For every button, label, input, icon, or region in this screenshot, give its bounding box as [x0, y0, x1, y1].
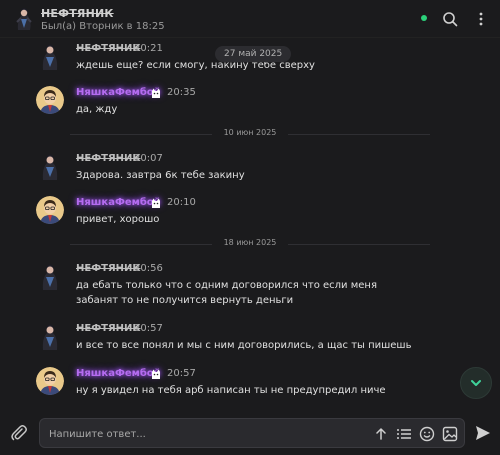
avatar[interactable]	[36, 367, 64, 395]
floating-date-pill: 27 май 2025	[215, 46, 292, 62]
message-text: привет, хорошо	[76, 214, 160, 225]
message-text: и все то все понял и мы с ним договорили…	[76, 340, 412, 351]
message-input[interactable]	[49, 426, 349, 442]
message-time: 20:57	[134, 323, 163, 334]
last-seen-status: Был(а) Вторник в 18:25	[41, 21, 165, 32]
search-icon[interactable]	[440, 9, 460, 29]
message-author[interactable]: НЕФТЯНИК	[76, 43, 141, 54]
date-divider: 10 июн 2025	[70, 127, 500, 141]
avatar[interactable]	[36, 322, 64, 350]
message-feed[interactable]: НЕФТЯНИК 20:21 ждешь еще? если смогу, на…	[0, 38, 500, 408]
date-divider-label: 18 июн 2025	[223, 238, 277, 247]
message-author[interactable]: НяшкаФембой	[76, 197, 161, 208]
composer-bar	[0, 410, 500, 455]
avatar[interactable]	[36, 196, 64, 224]
message-text: Здарова. завтра 6к тебе закину	[76, 170, 245, 181]
avatar[interactable]	[36, 262, 64, 290]
message-author[interactable]: НЕФТЯНИК	[76, 323, 141, 334]
message-time: 20:57	[167, 368, 196, 379]
cat-badge-icon	[152, 88, 160, 98]
message-time: 20:21	[134, 43, 163, 54]
message-text: да ебать только что с одним договорился …	[76, 280, 377, 306]
format-icon[interactable]	[373, 426, 389, 442]
avatar[interactable]	[36, 152, 64, 180]
emoji-icon[interactable]	[419, 426, 435, 442]
paperclip-icon[interactable]	[9, 423, 29, 443]
cat-badge-icon	[152, 198, 160, 208]
scroll-to-bottom-button[interactable]	[460, 367, 492, 399]
date-divider: 18 июн 2025	[70, 237, 500, 251]
avatar[interactable]	[36, 42, 64, 70]
message-time: 20:07	[134, 153, 163, 164]
message-author[interactable]: НЕФТЯНИК	[76, 153, 141, 164]
message-time: 20:35	[167, 87, 196, 98]
cat-badge-icon	[152, 369, 160, 379]
message-author[interactable]: НяшкаФембой	[76, 368, 161, 379]
contact-avatar[interactable]	[12, 6, 36, 32]
date-divider-label: 10 июн 2025	[223, 128, 277, 137]
chat-header: НЕФТЯНИК Был(а) Вторник в 18:25	[0, 0, 500, 38]
send-icon[interactable]	[474, 424, 492, 442]
message-input-box[interactable]	[39, 418, 465, 448]
image-icon[interactable]	[442, 426, 458, 442]
online-indicator	[421, 15, 427, 21]
more-vertical-icon[interactable]	[471, 9, 491, 29]
chevron-down-icon	[471, 380, 481, 386]
contact-name[interactable]: НЕФТЯНИК	[41, 7, 114, 20]
message-text: да, жду	[76, 104, 118, 115]
message-time: 20:10	[167, 197, 196, 208]
list-icon[interactable]	[396, 426, 412, 442]
message-text: ну я увидел на тебя арб написан ты не пр…	[76, 385, 386, 396]
message-time: 20:56	[134, 263, 163, 274]
avatar[interactable]	[36, 86, 64, 114]
message-author[interactable]: НяшкаФембой	[76, 87, 161, 98]
message-author[interactable]: НЕФТЯНИК	[76, 263, 141, 274]
